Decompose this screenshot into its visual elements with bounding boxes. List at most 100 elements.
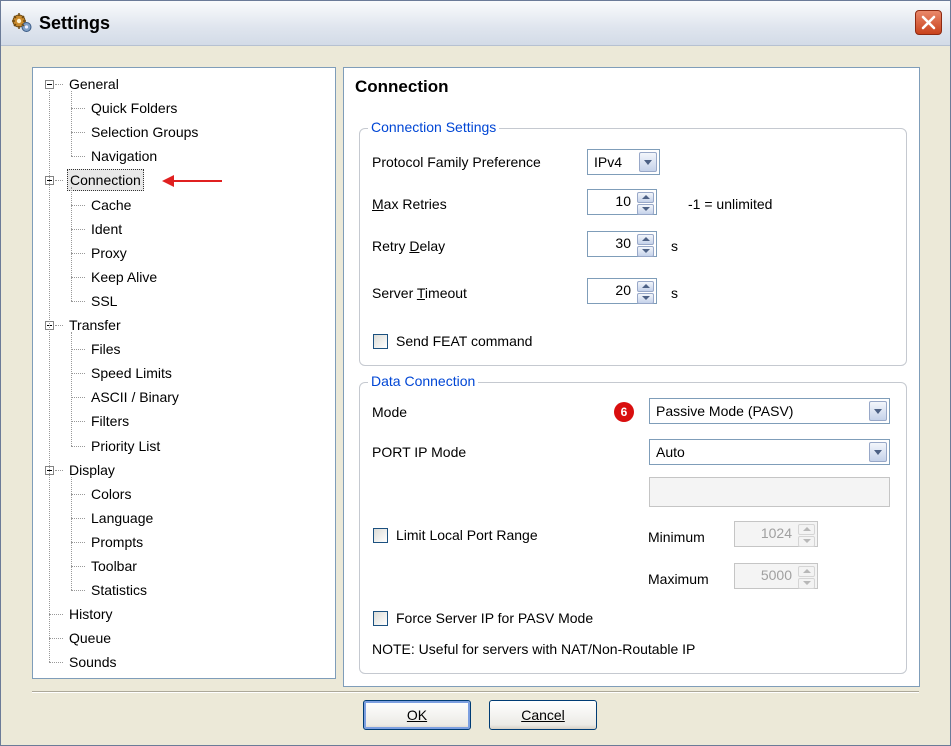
tree-item-selection-groups[interactable]: Selection Groups [89, 121, 200, 143]
limit-port-range-checkbox[interactable] [373, 528, 388, 543]
tree-item-label: Queue [69, 630, 112, 647]
settings-panel: Connection Connection Settings Protocol … [343, 67, 920, 687]
chevron-down-icon[interactable] [869, 442, 887, 462]
tree-connector [71, 300, 85, 302]
tree-item-label: Transfer [69, 317, 121, 333]
tree-item-general[interactable]: General [67, 73, 121, 95]
tree-connector [71, 228, 85, 230]
tree-item-sounds[interactable]: Sounds [67, 651, 118, 673]
max-retries-hint: -1 = unlimited [688, 196, 773, 212]
tree-item-files[interactable]: Files [89, 338, 123, 360]
tree-item-label: Colors [91, 485, 132, 502]
minimum-label: Minimum [648, 529, 705, 545]
tree-connector [71, 590, 85, 592]
tree-item-label: Toolbar [91, 558, 137, 574]
tree-item-display[interactable]: Display [67, 459, 117, 481]
server-timeout-spinner[interactable]: 20 [587, 278, 657, 304]
maximum-label: Maximum [648, 571, 709, 587]
footer-divider [32, 691, 919, 693]
spin-up-icon[interactable] [798, 524, 815, 535]
max-retries-label: Max Retries [372, 196, 447, 212]
spin-up-icon[interactable] [637, 234, 654, 245]
tree-item-queue[interactable]: Queue [67, 627, 113, 649]
chevron-down-icon[interactable] [639, 152, 657, 172]
tree-item-label: Cache [91, 196, 132, 213]
tree-connector [71, 445, 85, 447]
close-button[interactable] [915, 10, 942, 35]
tree-item-label: History [69, 606, 113, 623]
tree-item-label: Keep Alive [91, 268, 158, 285]
tree-item-label: Prompts [91, 533, 144, 550]
tree-connector [71, 493, 85, 495]
spin-down-icon[interactable] [637, 246, 654, 257]
tree-connector [71, 421, 85, 423]
transfer-mode-value: Passive Mode (PASV) [656, 403, 794, 419]
tree-item-ident[interactable]: Ident [89, 218, 124, 240]
tree-item-filters[interactable]: Filters [89, 410, 131, 432]
chevron-down-icon[interactable] [869, 401, 887, 421]
force-server-ip-label[interactable]: Force Server IP for PASV Mode [396, 610, 593, 626]
tree-item-prompts[interactable]: Prompts [89, 531, 145, 553]
tree-item-language[interactable]: Language [89, 507, 155, 529]
tree-item-navigation[interactable]: Navigation [89, 145, 159, 167]
tree-item-speed-limits[interactable]: Speed Limits [89, 362, 174, 384]
spin-down-icon[interactable] [637, 204, 654, 215]
tree-connector [71, 187, 72, 301]
tree-item-colors[interactable]: Colors [89, 483, 133, 505]
port-ip-address-input[interactable] [649, 477, 890, 507]
spin-down-icon[interactable] [798, 536, 815, 547]
tree-item-label: Display [69, 461, 115, 478]
protocol-family-select[interactable]: IPv4 [587, 149, 660, 175]
panel-title: Connection [355, 77, 449, 96]
retry-delay-label: Retry Delay [372, 238, 446, 254]
tree-connector [71, 132, 85, 134]
mode-label: Mode [372, 404, 408, 420]
tree-connector [49, 662, 63, 664]
tree-item-keep-alive[interactable]: Keep Alive [89, 266, 159, 288]
spin-up-icon[interactable] [637, 281, 654, 292]
minimum-port-spinner[interactable]: 1024 [734, 521, 818, 547]
tree-item-history[interactable]: History [67, 603, 115, 625]
ok-button-label: OK [406, 707, 428, 723]
ok-button[interactable]: OK [363, 700, 471, 730]
data-connection-legend: Data Connection [368, 373, 479, 389]
transfer-mode-select[interactable]: Passive Mode (PASV) [649, 398, 890, 424]
port-ip-mode-select[interactable]: Auto [649, 439, 890, 465]
tree-item-label: Speed Limits [91, 365, 172, 382]
spin-down-icon[interactable] [637, 293, 654, 304]
spin-up-icon[interactable] [798, 566, 815, 577]
send-feat-checkbox[interactable] [373, 334, 388, 349]
tree-item-toolbar[interactable]: Toolbar [89, 555, 139, 577]
cancel-button[interactable]: Cancel [489, 700, 597, 730]
spin-up-icon[interactable] [637, 192, 654, 203]
tree-item-label: Files [91, 341, 121, 358]
tree-item-statistics[interactable]: Statistics [89, 579, 149, 601]
max-retries-spinner[interactable]: 10 [587, 189, 657, 215]
connection-settings-legend: Connection Settings [368, 119, 500, 135]
force-server-ip-checkbox[interactable] [373, 611, 388, 626]
maximum-port-spinner[interactable]: 5000 [734, 563, 818, 589]
tree-item-proxy[interactable]: Proxy [89, 242, 129, 264]
tree-item-quick-folders[interactable]: Quick Folders [89, 97, 179, 119]
tree-connector [71, 108, 85, 110]
send-feat-label[interactable]: Send FEAT command [396, 333, 532, 349]
collapse-icon[interactable] [45, 80, 54, 89]
settings-gears-icon [12, 13, 32, 32]
tree-connector [49, 638, 63, 640]
tree-item-priority-list[interactable]: Priority List [89, 435, 162, 457]
tree-item-cache[interactable]: Cache [89, 194, 133, 216]
limit-port-range-label[interactable]: Limit Local Port Range [396, 527, 538, 543]
tree-item-ssl[interactable]: SSL [89, 290, 119, 312]
tree-item-connection[interactable]: Connection [67, 169, 144, 192]
tree-item-label: Quick Folders [91, 100, 178, 117]
tree-item-ascii-binary[interactable]: ASCII / Binary [89, 386, 181, 408]
spin-down-icon[interactable] [798, 578, 815, 589]
tree-connector [55, 325, 63, 326]
settings-tree[interactable]: General Quick Folders Selection Groups Navi… [32, 67, 336, 679]
cancel-button-label: Cancel [521, 707, 565, 723]
tree-item-transfer[interactable]: Transfer [67, 314, 123, 336]
retry-delay-spinner[interactable]: 30 [587, 231, 657, 257]
server-timeout-unit: s [671, 285, 678, 301]
max-retries-value: 10 [615, 193, 631, 209]
tree-item-label: Priority List [91, 437, 161, 454]
